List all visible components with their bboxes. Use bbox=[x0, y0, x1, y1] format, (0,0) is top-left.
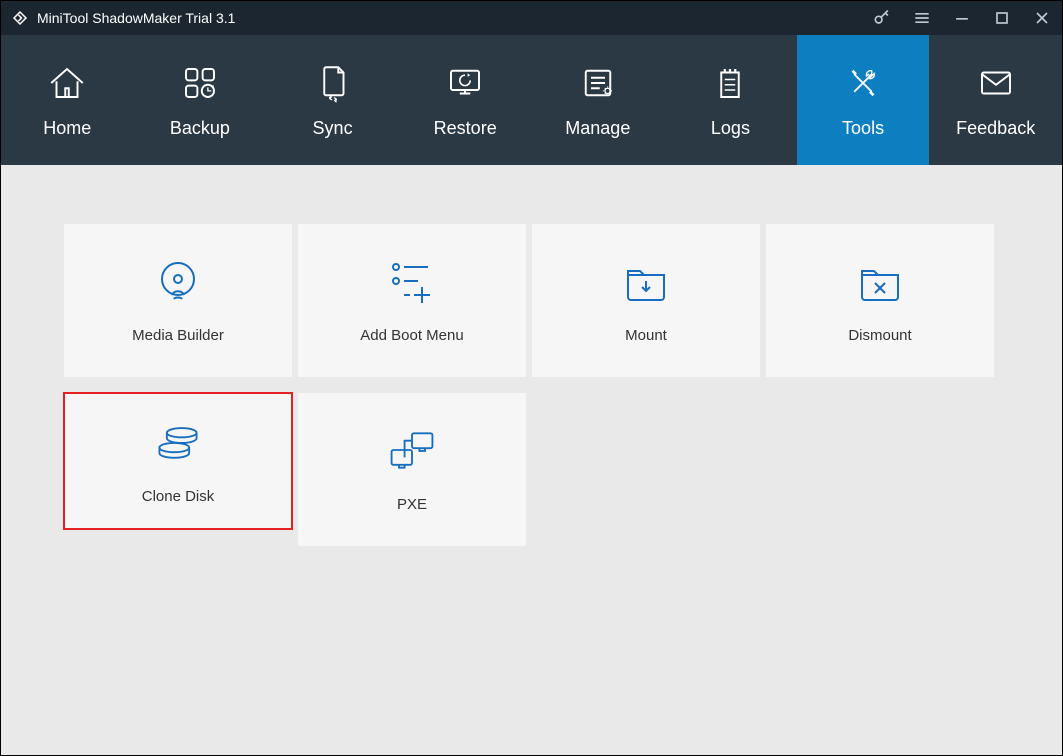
title-bar: MiniTool ShadowMaker Trial 3.1 bbox=[1, 1, 1062, 35]
tile-label: Add Boot Menu bbox=[360, 327, 463, 344]
media-builder-icon bbox=[152, 257, 204, 305]
pxe-icon bbox=[386, 426, 438, 474]
tile-label: Mount bbox=[625, 327, 667, 344]
app-title: MiniTool ShadowMaker Trial 3.1 bbox=[37, 10, 235, 26]
nav-home[interactable]: Home bbox=[1, 35, 134, 165]
tools-icon bbox=[842, 62, 884, 104]
nav-backup[interactable]: Backup bbox=[134, 35, 267, 165]
nav-label: Feedback bbox=[956, 118, 1035, 139]
tile-label: Clone Disk bbox=[142, 488, 215, 505]
sync-icon bbox=[312, 62, 354, 104]
tile-clone-disk[interactable]: Clone Disk bbox=[63, 392, 293, 530]
dismount-icon bbox=[854, 257, 906, 305]
tile-media-builder[interactable]: Media Builder bbox=[63, 223, 293, 378]
minimize-button[interactable] bbox=[942, 1, 982, 35]
nav-label: Manage bbox=[565, 118, 630, 139]
nav-feedback[interactable]: Feedback bbox=[929, 35, 1062, 165]
key-icon[interactable] bbox=[862, 1, 902, 35]
nav-logs[interactable]: Logs bbox=[664, 35, 797, 165]
nav-bar: Home Backup Sy bbox=[1, 35, 1062, 165]
tile-label: PXE bbox=[397, 496, 427, 513]
content-area: Media Builder Add Boot Menu bbox=[1, 165, 1062, 755]
nav-manage[interactable]: Manage bbox=[532, 35, 665, 165]
menu-icon[interactable] bbox=[902, 1, 942, 35]
home-icon bbox=[46, 62, 88, 104]
mount-icon bbox=[620, 257, 672, 305]
tile-label: Media Builder bbox=[132, 327, 224, 344]
tile-label: Dismount bbox=[848, 327, 911, 344]
restore-icon bbox=[444, 62, 486, 104]
tile-pxe[interactable]: PXE bbox=[297, 392, 527, 547]
tile-dismount[interactable]: Dismount bbox=[765, 223, 995, 378]
logs-icon bbox=[709, 62, 751, 104]
maximize-button[interactable] bbox=[982, 1, 1022, 35]
close-button[interactable] bbox=[1022, 1, 1062, 35]
feedback-icon bbox=[975, 62, 1017, 104]
nav-label: Logs bbox=[711, 118, 750, 139]
add-boot-menu-icon bbox=[386, 257, 438, 305]
nav-label: Restore bbox=[434, 118, 497, 139]
backup-icon bbox=[179, 62, 221, 104]
tile-mount[interactable]: Mount bbox=[531, 223, 761, 378]
nav-label: Sync bbox=[313, 118, 353, 139]
app-logo-icon bbox=[11, 9, 29, 27]
nav-tools[interactable]: Tools bbox=[797, 35, 930, 165]
app-window: MiniTool ShadowMaker Trial 3.1 Home bbox=[0, 0, 1063, 756]
nav-label: Tools bbox=[842, 118, 884, 139]
clone-disk-icon bbox=[152, 418, 204, 466]
nav-label: Home bbox=[43, 118, 91, 139]
nav-sync[interactable]: Sync bbox=[266, 35, 399, 165]
tools-grid: Media Builder Add Boot Menu bbox=[63, 223, 1000, 547]
nav-label: Backup bbox=[170, 118, 230, 139]
nav-restore[interactable]: Restore bbox=[399, 35, 532, 165]
tile-add-boot-menu[interactable]: Add Boot Menu bbox=[297, 223, 527, 378]
manage-icon bbox=[577, 62, 619, 104]
